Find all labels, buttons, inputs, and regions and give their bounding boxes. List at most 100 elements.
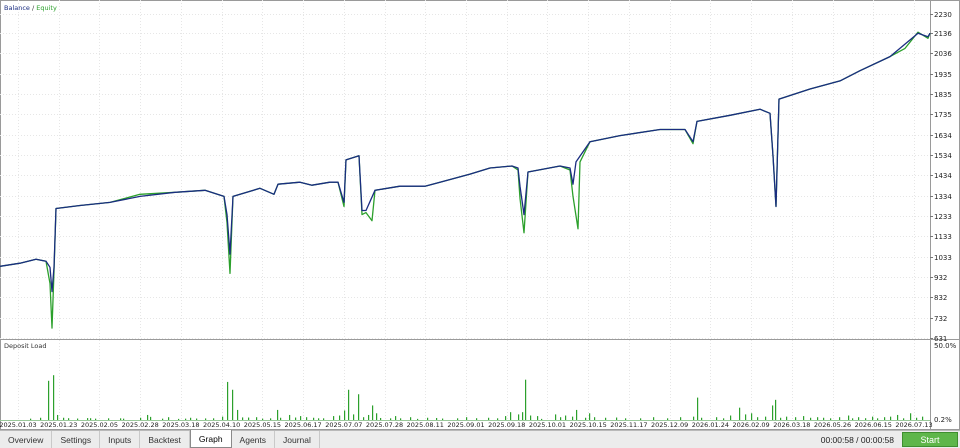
start-button[interactable]: Start: [902, 432, 958, 447]
deposit-load-bar: [400, 418, 402, 420]
deposit-load-bar: [897, 414, 899, 420]
x-tick-label: 2025.03.18: [162, 421, 199, 429]
deposit-load-bar: [63, 417, 65, 420]
deposit-load-bar: [237, 409, 239, 420]
x-tick-label: 2025.10.15: [570, 421, 607, 429]
deposit-load-bar: [890, 416, 892, 420]
deposit-load-bar: [162, 418, 164, 420]
deposit-load-bar: [380, 417, 382, 420]
load-y-tick-label: 50.0%: [934, 342, 957, 350]
deposit-load-bar: [730, 415, 732, 420]
tab-inputs[interactable]: Inputs: [100, 431, 141, 448]
deposit-load-bar: [701, 417, 703, 420]
deposit-load-bar: [640, 418, 642, 420]
deposit-load-bar: [476, 418, 478, 420]
deposit-load-bar: [289, 414, 291, 420]
deposit-load-bar: [427, 417, 429, 420]
y-tick-label: 1534: [934, 152, 952, 160]
deposit-load-bar: [852, 418, 854, 420]
deposit-load-bar: [565, 415, 567, 420]
y-tick-label: 1033: [934, 254, 952, 262]
deposit-load-bar: [333, 416, 335, 420]
deposit-load-bar: [817, 417, 819, 420]
deposit-load-bar: [739, 407, 741, 420]
deposit-load-bar: [667, 418, 669, 420]
deposit-load-bar: [872, 416, 874, 420]
deposit-load-bar: [653, 417, 655, 420]
deposit-load-bar: [823, 417, 825, 420]
x-tick-label: 2025.09.01: [447, 421, 484, 429]
deposit-load-bar: [417, 418, 419, 420]
x-tick-label: 2025.09.18: [488, 421, 525, 429]
deposit-load-bar: [68, 418, 70, 420]
y-tick-label: 1735: [934, 111, 952, 119]
deposit-load-bar: [555, 414, 557, 420]
deposit-load-bar: [205, 418, 207, 420]
deposit-load-bar: [745, 414, 747, 420]
deposit-load-bar: [344, 410, 346, 420]
deposit-load-bar: [40, 417, 42, 420]
deposit-load-bar: [442, 418, 444, 420]
deposit-load-bar: [147, 414, 149, 420]
deposit-load-bar: [376, 413, 378, 420]
tab-spacer: [320, 431, 813, 448]
deposit-load-bar: [190, 417, 192, 420]
deposit-load-bar: [178, 418, 180, 420]
deposit-load-bar: [353, 414, 355, 420]
deposit-load-bar: [576, 409, 578, 420]
x-tick-label: 2025.12.09: [651, 421, 688, 429]
tab-agents[interactable]: Agents: [232, 431, 276, 448]
deposit-load-bar: [884, 417, 886, 420]
tab-settings[interactable]: Settings: [52, 431, 101, 448]
deposit-load-bar: [916, 417, 918, 420]
x-tick-label: 2025.07.28: [366, 421, 403, 429]
deposit-load-bar: [95, 418, 97, 420]
equity-series-line: [0, 31, 931, 329]
chart-outer-frame: [0, 0, 960, 430]
deposit-load-bar: [256, 417, 258, 420]
y-tick-label: 1334: [934, 193, 952, 201]
x-tick-label: 2026.06.15: [855, 421, 892, 429]
deposit-load-bar: [765, 416, 767, 420]
tab-overview[interactable]: Overview: [0, 431, 53, 448]
deposit-load-bar: [213, 418, 215, 420]
deposit-load-bar: [295, 417, 297, 420]
deposit-load-bar: [323, 418, 325, 420]
x-tick-label: 2026.02.09: [732, 421, 769, 429]
y-tick-label: 1634: [934, 132, 952, 140]
x-tick-label: 2025.02.05: [81, 421, 118, 429]
deposit-load-bar: [457, 418, 459, 420]
deposit-load-bar: [858, 417, 860, 420]
deposit-load-bar: [108, 418, 110, 420]
deposit-load-title: Deposit Load: [4, 342, 47, 350]
deposit-load-bar: [280, 417, 282, 420]
deposit-load-bar: [810, 417, 812, 420]
deposit-load-bar: [616, 417, 618, 420]
deposit-load-bar: [751, 413, 753, 420]
deposit-load-bar: [318, 418, 320, 420]
x-tick-label: 2025.04.10: [203, 421, 240, 429]
deposit-load-bar: [390, 418, 392, 420]
deposit-load-bar: [395, 416, 397, 420]
chart-area: 2230 2136 2036 1935 1835 1735 1634 1534 1434 1334…: [0, 0, 960, 430]
x-tick-label: 2026.03.18: [773, 421, 810, 429]
deposit-load-bar: [775, 399, 777, 420]
deposit-load-bar: [497, 418, 499, 420]
deposit-load-bar: [877, 418, 879, 420]
bottom-tab-bar: Overview Settings Inputs Backtest Graph Agent…: [0, 430, 960, 448]
deposit-load-bar: [185, 418, 187, 420]
tab-backtest[interactable]: Backtest: [140, 431, 190, 448]
y-tick-label: 732: [934, 315, 947, 323]
y-tick-label: 1835: [934, 91, 952, 99]
deposit-load-bar: [53, 375, 55, 420]
x-tick-label: 2025.02.28: [122, 421, 159, 429]
legend-balance: Balance: [4, 4, 30, 12]
deposit-load-bar: [723, 418, 725, 420]
tab-graph[interactable]: Graph: [189, 430, 232, 448]
deposit-load-bar: [716, 417, 718, 420]
x-tick-label: 2025.10.01: [529, 421, 566, 429]
x-tick-label: 2025.01.23: [40, 421, 77, 429]
y-tick-label: 1434: [934, 172, 952, 180]
deposit-load-bar: [222, 416, 224, 420]
tab-journal[interactable]: Journal: [275, 431, 320, 448]
